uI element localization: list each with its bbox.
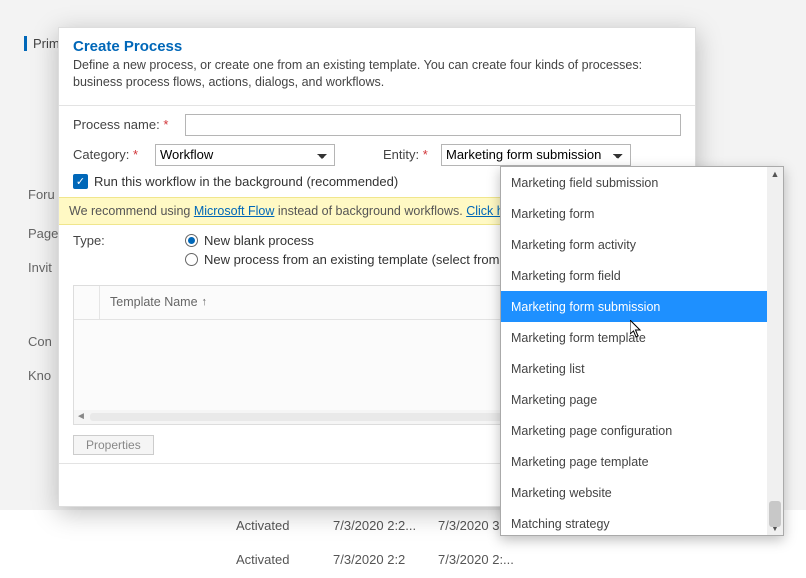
entity-option[interactable]: Marketing form activity (501, 229, 767, 260)
bg-side-label: Kno (28, 368, 51, 383)
bg-data-row: Activated 7/3/2020 2:2 7/3/2020 2:... (0, 544, 806, 578)
entity-option[interactable]: Marketing list (501, 353, 767, 384)
scrollbar-thumb[interactable] (769, 501, 781, 527)
grid-corner (74, 286, 100, 319)
dialog-title: Create Process (73, 38, 681, 55)
type-radio-new-blank-label: New blank process (204, 233, 314, 248)
entity-dropdown-panel: Marketing field submissionMarketing form… (500, 166, 784, 536)
entity-dropdown-list: Marketing field submissionMarketing form… (501, 167, 767, 535)
category-label: Category: (73, 147, 155, 162)
scroll-left-icon[interactable]: ◄ (74, 411, 88, 422)
entity-option[interactable]: Marketing form template (501, 322, 767, 353)
category-select[interactable]: Workflow (155, 144, 335, 166)
scroll-up-icon[interactable]: ▲ (767, 167, 783, 181)
entity-option[interactable]: Marketing page configuration (501, 415, 767, 446)
type-radio-from-template[interactable] (185, 253, 198, 266)
entity-option[interactable]: Marketing form field (501, 260, 767, 291)
process-name-input[interactable] (185, 114, 681, 136)
background-checkbox[interactable]: ✓ (73, 174, 88, 189)
entity-select[interactable]: Marketing form submission (441, 144, 631, 166)
entity-option[interactable]: Marketing website (501, 477, 767, 508)
entity-option[interactable]: Marketing page template (501, 446, 767, 477)
bg-side-label: Page (28, 226, 58, 241)
bg-side-label: Foru (28, 187, 55, 202)
dialog-subtitle: Define a new process, or create one from… (73, 57, 681, 91)
microsoft-flow-link[interactable]: Microsoft Flow (194, 204, 275, 218)
properties-button: Properties (73, 435, 154, 455)
entity-option[interactable]: Marketing form (501, 198, 767, 229)
entity-label: Entity: (383, 147, 441, 162)
bg-side-label: Con (28, 334, 52, 349)
entity-option[interactable]: Marketing form submission (501, 291, 767, 322)
type-radio-from-template-label: New process from an existing template (s… (204, 252, 527, 267)
background-checkbox-label: Run this workflow in the background (rec… (94, 174, 398, 189)
bg-side-label: Invit (28, 260, 52, 275)
entity-option[interactable]: Marketing field submission (501, 167, 767, 198)
type-radio-new-blank[interactable] (185, 234, 198, 247)
bg-column-header: Prim (24, 36, 60, 51)
entity-option[interactable]: Matching strategy (501, 508, 767, 535)
type-label: Type: (73, 233, 185, 248)
process-name-label: Process name: (73, 117, 185, 132)
sort-asc-icon: ↑ (202, 296, 208, 308)
dropdown-vertical-scrollbar[interactable]: ▲ ▼ (767, 167, 783, 535)
entity-option[interactable]: Marketing page (501, 384, 767, 415)
